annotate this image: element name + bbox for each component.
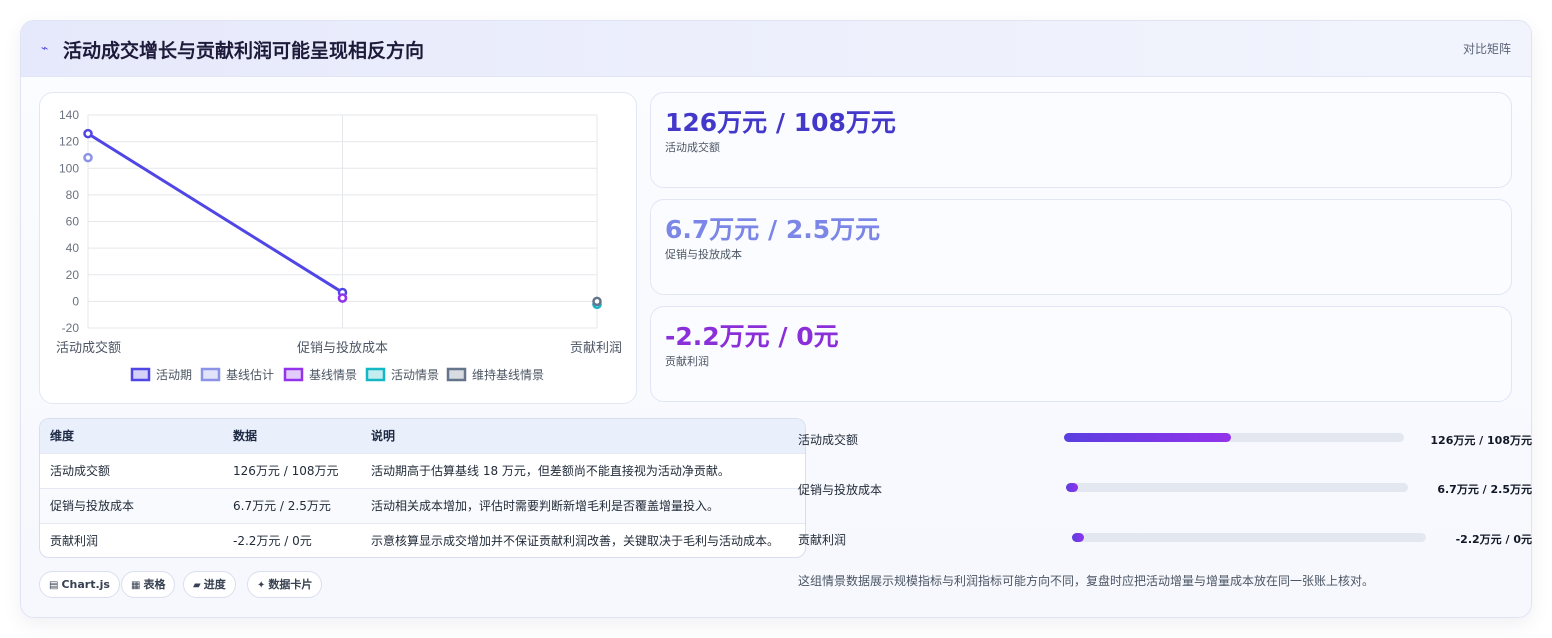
- table-header-row: 维度 数据 说明: [40, 419, 805, 453]
- stat-label: 促销与投放成本: [665, 248, 742, 261]
- table-cell: 活动期高于估算基线 18 万元，但差额尚不能直接视为活动净贡献。: [371, 464, 730, 478]
- y-tick-label: 20: [66, 268, 80, 282]
- legend-swatch: [283, 367, 304, 382]
- table-cell: 促销与投放成本: [50, 499, 135, 513]
- table-cell: 贡献利润: [50, 534, 99, 548]
- table-icon: ▦: [131, 580, 141, 591]
- legend-label: 基线情景: [309, 368, 357, 382]
- stat-label: 活动成交额: [665, 141, 720, 154]
- stat-card: 6.7万元 / 2.5万元 促销与投放成本: [650, 199, 1512, 295]
- table-cell: 活动相关成本增加，评估时需要判断新增毛利是否覆盖增量投入。: [371, 499, 720, 513]
- data-point: [592, 296, 602, 307]
- progress-fill: [1064, 433, 1231, 442]
- y-tick-label: 60: [66, 215, 80, 229]
- progress-label: 贡献利润: [798, 533, 847, 547]
- legend-label: 维持基线情景: [472, 367, 544, 382]
- data-table: 维度 数据 说明 活动成交额 126万元 / 108万元 活动期高于估算基线 1…: [39, 418, 806, 558]
- stat-card: 126万元 / 108万元 活动成交额: [650, 92, 1512, 188]
- chip-label: 表格: [143, 578, 166, 591]
- chip-table[interactable]: ▦ 表格: [121, 571, 176, 598]
- series-line: [87, 132, 344, 294]
- summary-note: 这组情景数据展示规模指标与利润指标可能方向不同，复盘时应把活动增量与增量成本放在…: [798, 574, 1375, 588]
- trend-icon: ⌁: [41, 41, 49, 55]
- table-cell: 6.7万元 / 2.5万元: [233, 499, 331, 513]
- legend-label: 活动期: [156, 368, 192, 382]
- legend-label: 基线估计: [226, 368, 274, 382]
- progress-value: -2.2万元 / 0元: [1455, 533, 1532, 546]
- table-header-cell: 说明: [371, 429, 396, 443]
- table-cell: 活动成交额: [50, 464, 111, 478]
- chip-data-cards[interactable]: ✦ 数据卡片: [247, 571, 323, 598]
- x-tick-label: 贡献利润: [570, 340, 622, 355]
- y-tick-label: 40: [66, 241, 80, 255]
- progress-fill: [1066, 483, 1078, 492]
- chip-label: 数据卡片: [268, 578, 313, 591]
- table-header-cell: 数据: [233, 429, 258, 443]
- table-row: 活动成交额 126万元 / 108万元 活动期高于估算基线 18 万元，但差额尚…: [40, 453, 805, 488]
- progress-label: 活动成交额: [798, 433, 859, 447]
- stat-value: -2.2万元 / 0元: [665, 322, 839, 351]
- chip-progress[interactable]: ▰ 进度: [183, 571, 236, 598]
- chip-chartjs[interactable]: ▤ Chart.js: [39, 571, 120, 598]
- legend-swatch: [365, 367, 386, 382]
- progress-value: 6.7万元 / 2.5万元: [1437, 483, 1532, 496]
- chip-label: Chart.js: [61, 578, 110, 591]
- sparkle-icon: ✦: [257, 580, 266, 591]
- data-point: [83, 152, 93, 163]
- line-chart: -20 0 20 40 60 80 100 120 140 活动成交额 促销与投放成本 贡献利润活动期…: [56, 108, 622, 382]
- table-cell: -2.2万元 / 0元: [233, 534, 312, 548]
- stat-label: 贡献利润: [665, 355, 709, 368]
- x-tick-label: 促销与投放成本: [297, 340, 388, 355]
- stat-value: 126万元 / 108万元: [665, 108, 896, 137]
- card-header: ⌁ 活动成交增长与贡献利润可能呈现相反方向 对比矩阵: [21, 21, 1531, 77]
- table-header-cell: 维度: [50, 429, 75, 443]
- data-point: [83, 128, 93, 139]
- y-tick-label: 120: [59, 135, 79, 149]
- y-tick-label: 100: [59, 161, 79, 175]
- legend-swatch: [130, 367, 151, 382]
- y-tick-label: -20: [62, 321, 80, 335]
- progress-track: [1072, 533, 1426, 542]
- table-cell: 示意核算显示成交增加并不保证贡献利润改善，关键取决于毛利与活动成本。: [371, 534, 780, 548]
- table-row: 促销与投放成本 6.7万元 / 2.5万元 活动相关成本增加，评估时需要判断新增…: [40, 488, 805, 523]
- data-point: [337, 293, 348, 303]
- table-cell: 126万元 / 108万元: [233, 464, 339, 478]
- y-tick-label: 0: [72, 294, 79, 308]
- progress-track: [1064, 433, 1404, 442]
- chip-label: 进度: [203, 578, 226, 591]
- progress-value: 126万元 / 108万元: [1430, 434, 1532, 447]
- chart-panel: -20 0 20 40 60 80 100 120 140 活动成交额 促销与投放成本 贡献利润活动期…: [39, 92, 637, 404]
- progress-track: [1066, 483, 1408, 492]
- card-title: 活动成交增长与贡献利润可能呈现相反方向: [63, 40, 425, 62]
- progress-fill: [1072, 533, 1085, 542]
- legend-label: 活动情景: [391, 368, 439, 382]
- progress-icon: ▰: [193, 580, 201, 591]
- card-tag: 对比矩阵: [1462, 42, 1511, 56]
- y-tick-label: 140: [59, 108, 79, 122]
- table-row: 贡献利润 -2.2万元 / 0元 示意核算显示成交增加并不保证贡献利润改善，关键…: [40, 523, 805, 557]
- stat-card: -2.2万元 / 0元 贡献利润: [650, 306, 1512, 402]
- stat-value: 6.7万元 / 2.5万元: [665, 215, 881, 244]
- legend-swatch: [446, 367, 467, 382]
- chart-icon: ▤: [49, 580, 59, 591]
- legend-swatch: [200, 367, 221, 382]
- x-tick-label: 活动成交额: [56, 340, 121, 355]
- progress-label: 促销与投放成本: [798, 483, 883, 497]
- y-tick-label: 80: [66, 188, 80, 202]
